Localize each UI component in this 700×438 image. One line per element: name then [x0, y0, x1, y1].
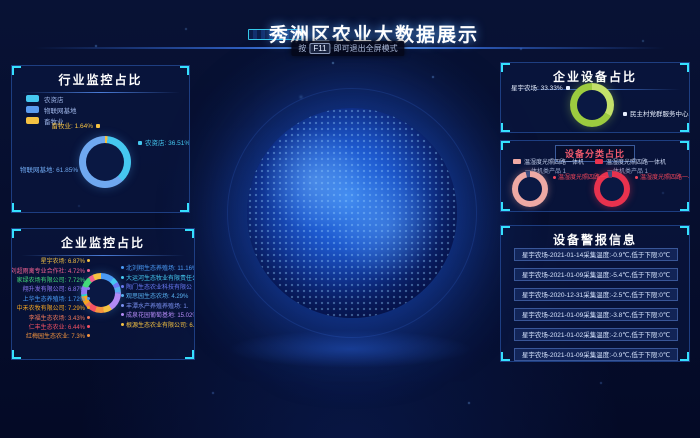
donut-hole: [86, 143, 124, 181]
stars-decoration: [0, 0, 2, 2]
legend-item: 农资店: [26, 93, 77, 104]
industry-label-livestock: 畜牧业: 1.64%: [20, 123, 100, 131]
panel-alarms-title: 设备警报信息: [501, 226, 689, 248]
legend-label: 温湿度光照四路一体机: [524, 157, 584, 166]
enterprise-chart-label: 翔升发有限公司: 6.87%: [14, 284, 92, 293]
f11-key: F11: [309, 43, 330, 54]
series-dot: [121, 266, 124, 269]
legend-swatch: [595, 159, 603, 164]
legend-item: 物联网基地: [26, 104, 77, 115]
alarm-row: 星宇农场-2021-01-09采集温度:-3.8℃,低于下限:0℃: [514, 308, 678, 321]
series-dot: [121, 313, 124, 316]
device-label-left: 星宇农场: 33.33%: [511, 85, 570, 93]
category-donut-chart-1[interactable]: [512, 171, 548, 207]
series-dot: [87, 287, 90, 290]
industry-legend: 农资店物联网基地畜牧业: [26, 93, 77, 126]
series-dot: [121, 304, 124, 307]
series-dot: [121, 294, 124, 297]
series-dot: [87, 306, 90, 309]
series-dot: [87, 316, 90, 319]
industry-label-store: 农资店: 36.51%: [138, 140, 190, 148]
category-legend-1: 温湿度光照四路一体机: [513, 157, 584, 166]
series-dot: [121, 323, 124, 326]
enterprise-chart-label: 丰潭水产养殖养殖场: 1.: [119, 301, 195, 310]
globe-dot-map: [247, 108, 457, 318]
series-dot: [87, 334, 90, 337]
panel-enterprise-title: 企业监控占比: [12, 229, 194, 251]
panel-device-category: 设备分类占比 温湿度光照四路一体机 温湿度光照四路一体机 一体机类产品 1 一体…: [500, 140, 690, 212]
panel-industry-monitoring: 行业监控占比 农资店物联网基地畜牧业 畜牧业: 1.64% 农资店: 36.51…: [11, 65, 190, 213]
enterprise-chart-label: 大运河生态牧业有限责任公: [119, 272, 195, 281]
category-side-label-1: 温湿度光照四路一—: [553, 172, 612, 181]
enterprise-chart-label: 中禾农牧有限公司: 7.29%: [14, 303, 92, 312]
series-dot: [87, 278, 90, 281]
enterprise-chart-label: 上华生态养殖场: 1.72%: [14, 294, 92, 303]
device-label-right: 民主村党群服务中心:: [623, 111, 690, 119]
series-dot: [26, 95, 39, 102]
panel-enterprise-monitoring: 企业监控占比 星宇农场: 6.87%刘超雨禽专业合作社: 4.72%家绿农场有限…: [11, 228, 195, 360]
series-dot: [87, 325, 90, 328]
globe-base-glow: [228, 330, 472, 368]
alarm-row: 星宇农场-2021-01-14采集温度:-0.9℃,低于下限:0℃: [514, 248, 678, 261]
alarm-row: 星宇农场-2021-01-09采集温度:-0.9℃,低于下限:0℃: [514, 348, 678, 361]
category-legend-2: 温湿度光照四路一体机: [595, 157, 666, 166]
enterprise-chart-label: 刘超雨禽专业合作社: 4.72%: [14, 265, 92, 274]
enterprise-chart-label: 根源生态农业有限公司: 6.87%: [119, 319, 195, 328]
alarm-row: 星宇农场-2021-01-02采集温度:-2.0℃,低于下限:0℃: [514, 328, 678, 341]
globe-visualization: [247, 108, 457, 318]
enterprise-chart-label: 陶门生态农业科技有限公: [119, 282, 195, 291]
tip-suffix: 即可退出全屏模式: [334, 44, 398, 53]
fullscreen-tip: 按F11 即可退出全屏模式: [291, 41, 404, 56]
series-dot: [26, 106, 39, 113]
enterprise-chart-label: 李福生态农场: 3.43%: [14, 312, 92, 321]
panel-device-ratio: 企业设备占比 星宇农场: 33.33% 民主村党群服务中心:: [500, 62, 690, 133]
legend-label: 温湿度光照四路一体机: [606, 157, 666, 166]
category-side-label-2: 温湿度光照四路一—: [635, 172, 690, 181]
series-dot: [121, 276, 124, 279]
enterprise-chart-label: 仁丰生态农业: 6.44%: [14, 322, 92, 331]
device-donut-chart[interactable]: [570, 83, 614, 127]
alarm-list: 星宇农场-2021-01-14采集温度:-0.9℃,低于下限:0℃ 星宇农场-20…: [514, 248, 678, 362]
enterprise-labels-right: 北刘翔生态养殖场: 11.16%大运河生态牧业有限责任公陶门生态农业科技有限公观…: [119, 263, 195, 329]
tip-prefix: 按: [298, 44, 306, 53]
industry-label-iot: 物联网基地: 61.85%: [20, 167, 85, 175]
alarm-row: 星宇农场-2021-01-09采集温度:-5.4℃,低于下限:0℃: [514, 268, 678, 281]
legend-swatch: [513, 159, 521, 164]
donut-hole: [577, 90, 607, 120]
panel-industry-title: 行业监控占比: [12, 66, 189, 88]
enterprise-chart-label: 家绿农场有限公司: 7.72%: [14, 275, 92, 284]
enterprise-chart-label: 北刘翔生态养殖场: 11.16%: [119, 263, 195, 272]
enterprise-labels-left: 星宇农场: 6.87%刘超雨禽专业合作社: 4.72%家绿农场有限公司: 7.7…: [14, 256, 92, 341]
panel-device-alarms: 设备警报信息 星宇农场-2021-01-14采集温度:-0.9℃,低于下限:0℃…: [500, 225, 690, 362]
enterprise-chart-label: 星宇农场: 6.87%: [14, 256, 92, 265]
donut-hole: [518, 177, 542, 201]
industry-donut-chart[interactable]: [79, 136, 131, 188]
enterprise-chart-label: 红梅园生态农业: 7.3%: [14, 331, 92, 340]
series-dot: [87, 259, 90, 262]
enterprise-chart-label: 观思园生态农场: 4.29%: [119, 291, 195, 300]
series-dot: [87, 297, 90, 300]
alarm-row: 星宇农场-2020-12-31采集温度:-2.5℃,低于下限:0℃: [514, 288, 678, 301]
series-dot: [121, 285, 124, 288]
series-dot: [87, 269, 90, 272]
enterprise-chart-label: 成泉花园葡萄基地: 15.02%: [119, 310, 195, 319]
panel-device-title: 企业设备占比: [501, 63, 689, 85]
dashboard-root: 秀洲区农业大数据展示 按F11即可退出全屏模式 行业监控占比 农资店物联网基地畜…: [0, 0, 700, 438]
